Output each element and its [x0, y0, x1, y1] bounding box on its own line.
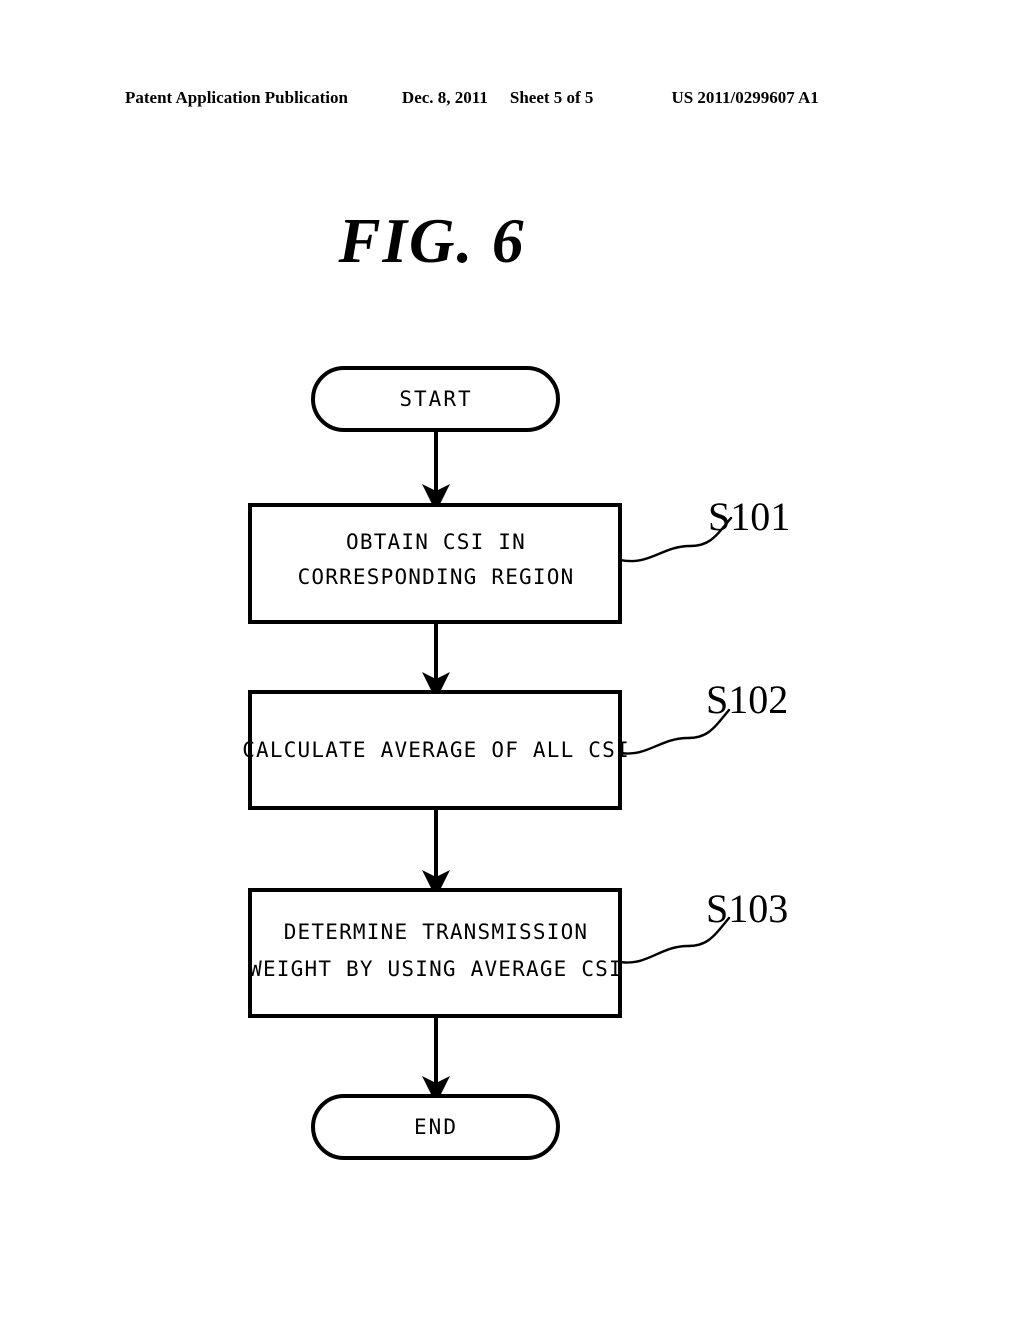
terminator-end-label: END — [414, 1115, 458, 1139]
process-box-s103-line2: WEIGHT BY USING AVERAGE CSI — [249, 957, 623, 981]
process-box-s101: OBTAIN CSI IN CORRESPONDING REGION — [248, 503, 622, 624]
process-box-s103-shape — [248, 888, 622, 1018]
step-label-s102: S102 — [706, 677, 788, 722]
process-box-s103: DETERMINE TRANSMISSION WEIGHT BY USING A… — [248, 888, 623, 1018]
step-label-s101: S101 — [708, 494, 790, 539]
process-box-s101-line1: OBTAIN CSI IN — [346, 530, 526, 554]
process-box-s102-line1: CALCULATE AVERAGE OF ALL CSI — [242, 738, 630, 762]
step-label-s103: S103 — [706, 886, 788, 931]
process-box-s101-shape — [248, 503, 622, 624]
terminator-start: START — [311, 366, 560, 432]
process-box-s102: CALCULATE AVERAGE OF ALL CSI — [242, 690, 630, 810]
process-box-s103-line1: DETERMINE TRANSMISSION — [284, 920, 589, 944]
flowchart-diagram: START OBTAIN CSI IN CORRESPONDING REGION… — [242, 366, 790, 1160]
terminator-end: END — [311, 1094, 560, 1160]
process-box-s101-line2: CORRESPONDING REGION — [298, 565, 575, 589]
terminator-start-label: START — [399, 387, 472, 411]
